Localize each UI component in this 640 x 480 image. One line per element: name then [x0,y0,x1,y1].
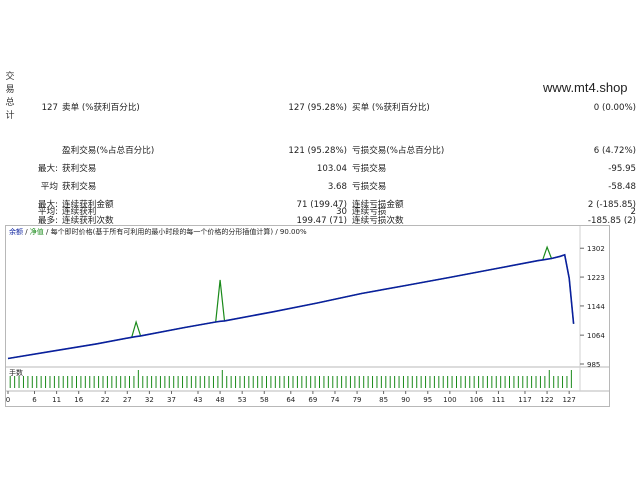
stat-label: 买单 (%获利百分比) [352,103,430,113]
x-tick-label: 100 [443,396,456,404]
x-tick-label: 6 [32,396,37,404]
x-tick-label: 79 [353,396,362,404]
x-tick-label: 43 [194,396,203,404]
stat-row-label: 平均 [40,182,58,192]
stat-value: 30 [336,207,347,217]
stat-row-label: 最大: [37,164,58,174]
stat-label: 连续获利 [62,207,97,217]
stat-label: 亏损交易(%占总百分比) [352,146,445,156]
x-tick-label: 85 [379,396,388,404]
stat-total-trades: 127 [41,103,58,113]
x-tick-label: 106 [470,396,484,404]
series-line [7,253,575,360]
x-tick-label: 0 [6,396,10,404]
stat-value: 0 (0.00%) [593,103,636,113]
report-chart: 余额 / 净值 / 每个即时价格(基于所有可利用的最小时段的每一个价格的分形插值… [5,225,610,407]
side-tab-char: 总 [5,98,15,108]
stat-value: 121 (95.28%) [288,146,347,156]
x-tick-label: 11 [52,396,61,404]
stat-label: 连续亏损 [352,207,387,217]
x-tick-label: 127 [562,396,575,404]
y-tick-label: 985 [587,361,600,369]
chart-canvas: 985 1064 1144 1223 1302 0 6 11 16 22 27 32 37 43 48 53 5… [6,226,609,404]
x-tick-label: 27 [123,396,132,404]
stat-row-label: 平均: [37,207,58,217]
stat-value: -95.95 [608,164,636,174]
x-tick-label: 64 [286,396,295,404]
stat-label: 亏损交易 [352,164,387,174]
results-side-tab[interactable]: 交 易 总 计 [0,72,20,142]
x-tick-label: 37 [167,396,176,404]
side-tab-char: 交 [5,72,15,82]
stat-value: 6 (4.72%) [593,146,636,156]
stat-value: -58.48 [608,182,636,192]
y-tick-label: 1302 [587,245,605,253]
stat-value: 2 [630,207,636,217]
watermark-text: www.mt4.shop [543,80,628,95]
x-tick-label: 122 [540,396,553,404]
x-tick-label: 111 [492,396,505,404]
x-tick-label: 95 [423,396,432,404]
y-tick-label: 1064 [587,332,605,340]
stat-value: 127 (95.28%) [288,103,347,113]
x-tick-label: 58 [260,396,269,404]
stat-value: 3.68 [327,182,347,192]
x-tick-label: 16 [74,396,83,404]
x-tick-label: 74 [331,396,340,404]
x-tick-label: 22 [101,396,110,404]
stat-label: 获利交易 [62,182,97,192]
x-tick-label: 53 [238,396,247,404]
stat-value: 103.04 [316,164,347,174]
y-tick-label: 1144 [587,303,605,311]
stat-label: 获利交易 [62,164,97,174]
x-tick-label: 69 [308,396,317,404]
side-tab-char: 计 [5,111,15,121]
x-tick-label: 117 [518,396,531,404]
series-line [7,245,575,360]
x-tick-label: 32 [145,396,154,404]
stat-label: 卖单 (%获利百分比) [62,103,140,113]
volume-panel-label: 手数 [9,369,23,377]
x-tick-label: 48 [216,396,225,404]
stat-label: 亏损交易 [352,182,387,192]
side-tab-char: 易 [5,85,15,95]
x-tick-label: 90 [401,396,410,404]
stat-label: 盈利交易(%占总百分比) [62,146,155,156]
y-tick-label: 1223 [587,274,605,282]
